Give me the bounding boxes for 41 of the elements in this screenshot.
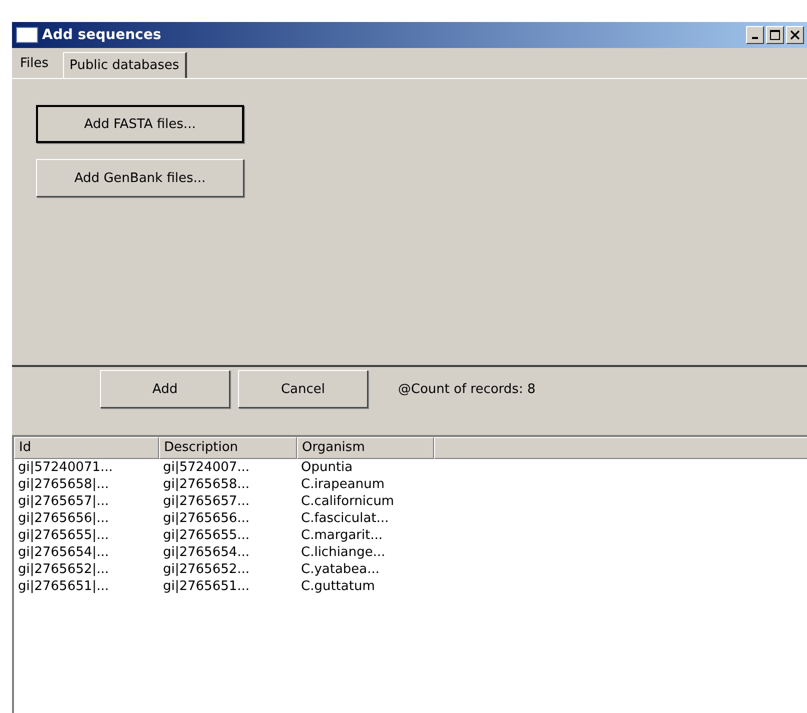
table-cell-text: C.californicum: [300, 494, 396, 509]
file-button[interactable]: Add FASTA files...: [36, 105, 244, 143]
table-cell-text: gi|2765656|...: [17, 511, 110, 526]
table-cell-text: gi|2765655...: [162, 528, 251, 543]
table-cell-text: gi|2765658|...: [17, 477, 110, 492]
table-cell-text: gi|2765657|...: [17, 494, 110, 509]
table-cell-text: gi|2765656...: [162, 511, 251, 526]
table-cell-text: gi|2765652|...: [17, 562, 110, 577]
window-icon: [16, 27, 38, 43]
column-header[interactable]: Organism: [297, 437, 434, 459]
action-button[interactable]: Add: [100, 370, 230, 408]
table-cell-text: C.margarit...: [300, 528, 384, 543]
table-cell-text: gi|2765651...: [162, 579, 251, 594]
table-cell-text: C.guttatum: [300, 579, 376, 594]
table-cell-text: C.irapeanum: [300, 477, 386, 492]
table-cell-text: gi|2765655|...: [17, 528, 110, 543]
table-cell-text: gi|57240071...: [17, 460, 114, 475]
maximize-icon: [770, 30, 780, 40]
close-icon: [790, 30, 800, 40]
minimize-button[interactable]: [746, 26, 764, 44]
table-cell-text: C.lichiange...: [300, 545, 386, 560]
table-cell-text: gi|2765657...: [162, 494, 251, 509]
minimize-icon: [752, 37, 758, 39]
action-button[interactable]: Cancel: [238, 370, 368, 408]
table-cell-text: gi|2765651|...: [17, 579, 110, 594]
tab[interactable]: Public databases: [62, 52, 188, 78]
table-cell-text: C.fasciculat...: [300, 511, 390, 526]
window-title: Add sequences: [42, 27, 162, 43]
close-button[interactable]: [786, 26, 804, 44]
table-cell-text: gi|2765654...: [162, 545, 251, 560]
table-cell-text: gi|2765658...: [162, 477, 251, 492]
file-button[interactable]: Add GenBank files...: [36, 159, 244, 197]
table-cell-text: gi|2765654|...: [17, 545, 110, 560]
column-header[interactable]: Id: [14, 437, 159, 459]
table-cell-text: gi|2765652...: [162, 562, 251, 577]
table-cell-text: C.yatabea...: [300, 562, 381, 577]
maximize-button[interactable]: [766, 26, 784, 44]
record-count: @Count of records: 8: [398, 382, 536, 396]
table-cell-text: Opuntia: [300, 460, 354, 475]
column-header[interactable]: Description: [159, 437, 297, 459]
table-cell-text: gi|5724007...: [162, 460, 251, 475]
